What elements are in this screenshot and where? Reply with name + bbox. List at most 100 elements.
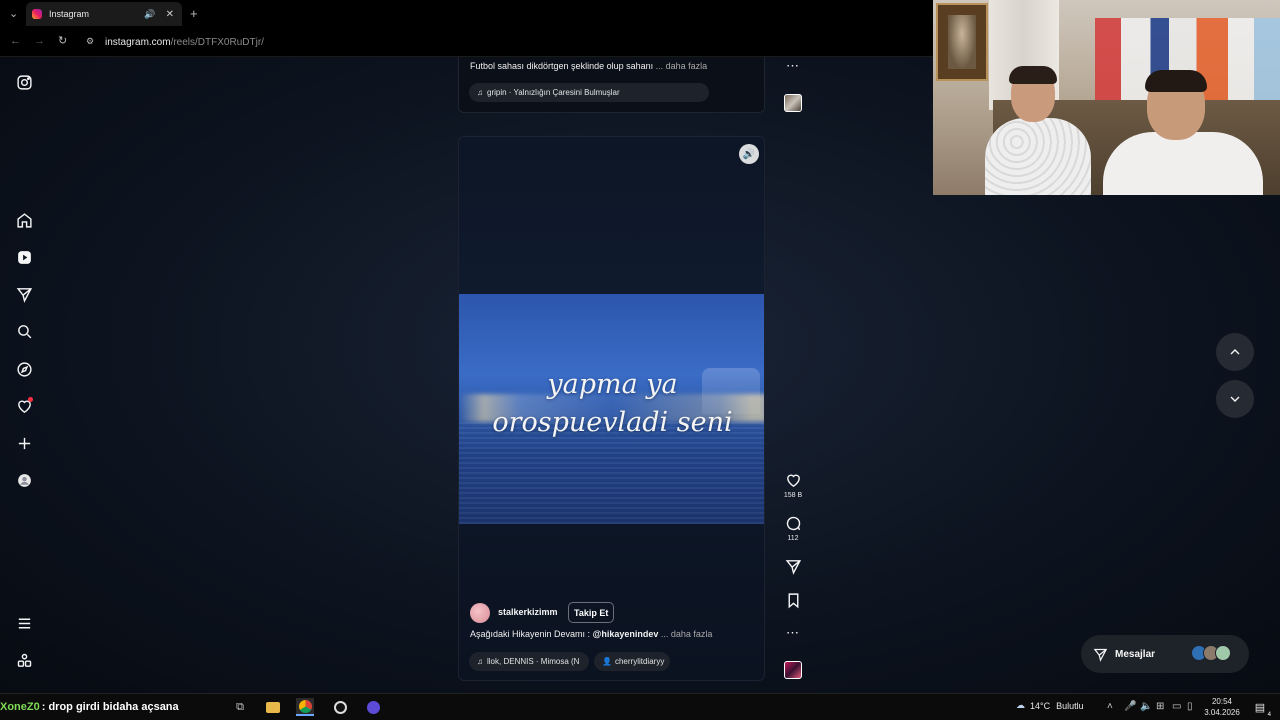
more-options-icon[interactable]: ⋯ — [786, 625, 799, 641]
share-action[interactable] — [778, 558, 808, 575]
left-sidebar — [0, 57, 48, 693]
notifications-heart-icon[interactable] — [14, 396, 34, 416]
app-taskbar-icon[interactable] — [364, 698, 382, 716]
message-avatars — [1191, 645, 1231, 661]
display-icon[interactable]: ▭ — [1172, 701, 1181, 712]
reel-music-chip[interactable]: ♫ llok, DENNIS · Mimosa (N — [469, 652, 589, 671]
home-icon[interactable] — [14, 210, 34, 230]
previous-music-chip[interactable]: ♫ gripin · Yalnızlığın Çaresini Bulmuşla… — [469, 83, 709, 102]
forward-arrow-icon[interactable]: → — [34, 35, 45, 47]
microphone-icon[interactable]: 🎤 — [1124, 701, 1136, 712]
obs-taskbar-icon[interactable] — [331, 698, 349, 716]
tab-close-icon[interactable]: ✕ — [166, 9, 174, 20]
url-path: /reels/DTFX0RuDTjr/ — [170, 36, 264, 48]
next-reel-button[interactable] — [1216, 380, 1254, 418]
previous-more-options-icon[interactable]: ⋯ — [786, 58, 799, 74]
reload-icon[interactable]: ↻ — [58, 34, 67, 47]
tab-title: Instagram — [49, 9, 90, 19]
bookmark-icon — [788, 593, 798, 609]
chevron-up-icon — [1230, 349, 1240, 355]
weather-temperature: 14°C — [1030, 700, 1051, 711]
previous-audio-thumbnail[interactable] — [784, 94, 802, 112]
url-field[interactable]: instagram.com/reels/DTFX0RuDTjr/ — [105, 33, 264, 51]
chat-ticker: XoneZ0: drop girdi bidaha açsana — [0, 697, 179, 717]
profile-avatar-icon[interactable] — [14, 470, 34, 490]
battery-icon[interactable]: ▯ — [1187, 701, 1193, 712]
ticker-text: : drop girdi bidaha açsana — [41, 701, 179, 713]
previous-reel-caption: Futbol sahası dikdörtgen şeklinde olup s… — [470, 61, 707, 71]
weather-widget[interactable]: ☁ 14°C Bulutlu — [1016, 700, 1084, 711]
reel-card[interactable]: 🔊 yapma ya orospuevladi seni stalkerkizi… — [458, 136, 765, 681]
menu-hamburger-icon[interactable] — [14, 613, 34, 633]
person-icon: 👤 — [602, 657, 612, 666]
author-username[interactable]: stalkerkizimm — [498, 607, 558, 617]
reel-music-label: llok, DENNIS · Mimosa (N — [487, 657, 580, 666]
reel-caption: Aşağıdaki Hikayenin Devamı : @hikayenind… — [470, 629, 712, 639]
site-settings-icon[interactable]: ⚙ — [86, 36, 94, 47]
notification-dot — [28, 397, 33, 402]
instagram-favicon-icon — [32, 9, 42, 19]
previous-more-link[interactable]: ... daha fazla — [656, 61, 708, 71]
clock-date: 3.04.2026 — [1204, 708, 1240, 717]
tagged-user-chip[interactable]: 👤 cherrylitdiaryy — [594, 652, 670, 671]
caption-text: Aşağıdaki Hikayenin Devamı : — [470, 629, 593, 639]
notification-center-icon[interactable]: ▤ 4 — [1251, 698, 1271, 718]
ticker-brand: XoneZ0 — [0, 701, 40, 713]
webcam-person-right — [1103, 70, 1263, 195]
weather-condition: Bulutlu — [1056, 700, 1084, 711]
messages-label: Mesajlar — [1115, 648, 1156, 660]
overlay-line-1: yapma ya — [547, 369, 678, 400]
music-note-icon: ♫ — [477, 88, 483, 97]
share-send-icon — [785, 560, 801, 575]
tab-list-chevron-icon[interactable]: ⌄ — [9, 7, 18, 20]
overlay-line-2: orospuevladi seni — [492, 407, 733, 438]
comment-bubble-icon — [786, 516, 800, 531]
previous-reel-button[interactable] — [1216, 333, 1254, 371]
message-avatar — [1215, 645, 1231, 661]
video-overlay-text: yapma ya orospuevladi seni — [459, 366, 764, 442]
back-arrow-icon[interactable]: ← — [10, 35, 21, 47]
heart-icon — [786, 474, 800, 488]
reel-video[interactable]: yapma ya orospuevladi seni — [459, 294, 764, 524]
follow-button[interactable]: Takip Et — [568, 602, 615, 623]
chrome-taskbar-icon[interactable] — [296, 698, 314, 716]
like-count: 158 B — [783, 492, 803, 499]
new-tab-plus-icon[interactable]: + — [190, 6, 198, 21]
save-action[interactable] — [778, 592, 808, 609]
messages-send-icon — [1093, 648, 1108, 662]
previous-music-label: gripin · Yalnızlığın Çaresini Bulmuşlar — [487, 88, 620, 97]
instagram-logo-icon[interactable] — [14, 72, 34, 92]
comment-action[interactable]: 112 — [778, 515, 808, 542]
messages-button[interactable]: Mesajlar — [1081, 635, 1249, 673]
create-plus-icon[interactable] — [14, 433, 34, 453]
cloud-icon: ☁ — [1016, 700, 1025, 710]
direct-message-icon[interactable] — [14, 284, 34, 304]
chevron-down-icon — [1230, 396, 1240, 402]
task-view-icon[interactable]: ⧉ — [231, 698, 249, 716]
tab-audio-icon[interactable]: 🔊 — [144, 9, 155, 20]
webcam-person-left — [981, 66, 1096, 195]
previous-caption-text: Futbol sahası dikdörtgen şeklinde olup s… — [470, 61, 654, 71]
explore-compass-icon[interactable] — [14, 359, 34, 379]
search-icon[interactable] — [14, 321, 34, 341]
also-from-meta-icon[interactable] — [14, 650, 34, 670]
comment-count: 112 — [787, 535, 799, 542]
mute-toggle-icon[interactable]: 🔊 — [739, 144, 759, 164]
webcam-overlay — [933, 0, 1280, 195]
clock-time: 20:54 — [1211, 697, 1233, 706]
tray-expand-chevron-icon[interactable]: ˄ — [1107, 701, 1113, 712]
url-host: instagram.com — [105, 36, 171, 48]
like-action[interactable]: 158 B — [778, 472, 808, 499]
tagged-user-label: cherrylitdiaryy — [614, 657, 665, 666]
network-icon[interactable]: ⊞ — [1156, 701, 1164, 712]
speaker-icon[interactable]: 🔈 — [1140, 701, 1152, 712]
previous-reel-card: Futbol sahası dikdörtgen şeklinde olup s… — [458, 57, 765, 113]
caption-mention-link[interactable]: @hikayenindev — [593, 629, 659, 639]
reels-icon[interactable] — [14, 247, 34, 267]
caption-more-link[interactable]: ... daha fazla — [661, 629, 713, 639]
audio-thumbnail[interactable] — [784, 661, 802, 679]
file-explorer-icon[interactable] — [264, 698, 282, 716]
author-avatar[interactable] — [470, 603, 490, 623]
taskbar-clock[interactable]: 20:54 3.04.2026 — [1203, 696, 1241, 718]
tab-instagram[interactable]: Instagram 🔊 ✕ — [26, 2, 182, 26]
